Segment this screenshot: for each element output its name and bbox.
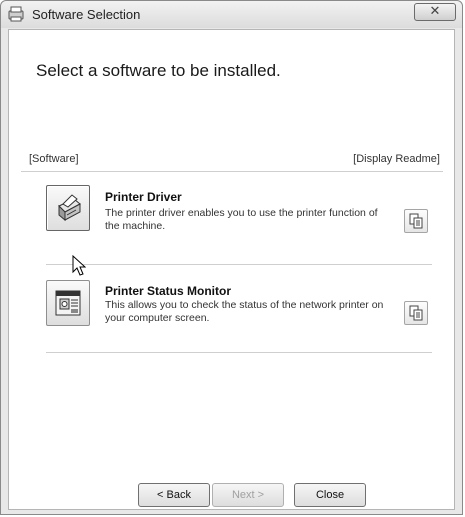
back-button[interactable]: < Back	[138, 483, 210, 507]
item-divider	[46, 352, 432, 353]
printer-status-monitor-readme-button[interactable]	[404, 301, 428, 325]
software-column-label: [Software]	[29, 153, 79, 165]
printer-status-monitor-button[interactable]	[46, 280, 90, 326]
printer-status-monitor-description: This allows you to check the status of t…	[105, 299, 384, 324]
mouse-cursor-icon	[72, 255, 86, 276]
printer-driver-title: Printer Driver	[105, 190, 182, 204]
title-bar: Software Selection ✕	[1, 1, 462, 28]
close-icon: ✕	[429, 4, 441, 19]
software-selection-window: Software Selection ✕ Select a software t…	[0, 0, 463, 515]
printer-driver-description: The printer driver enables you to use th…	[105, 207, 378, 232]
status-monitor-icon	[55, 290, 81, 316]
window-title: Software Selection	[32, 7, 141, 22]
dialog-content: Select a software to be installed. [Soft…	[8, 29, 455, 510]
installer-icon	[8, 6, 24, 22]
printer-status-monitor-title: Printer Status Monitor	[105, 284, 232, 298]
readme-column-label: [Display Readme]	[353, 153, 440, 165]
page-title: Select a software to be installed.	[36, 61, 281, 80]
printer-icon	[58, 194, 81, 222]
header-divider	[21, 171, 443, 172]
item-divider	[46, 264, 432, 265]
printer-driver-readme-button[interactable]	[404, 209, 428, 233]
document-icon	[409, 305, 423, 321]
close-button[interactable]: Close	[294, 483, 366, 507]
document-icon	[409, 213, 423, 229]
next-button[interactable]: Next >	[212, 483, 284, 507]
printer-driver-button[interactable]	[46, 185, 90, 231]
close-window-button[interactable]: ✕	[414, 3, 456, 21]
